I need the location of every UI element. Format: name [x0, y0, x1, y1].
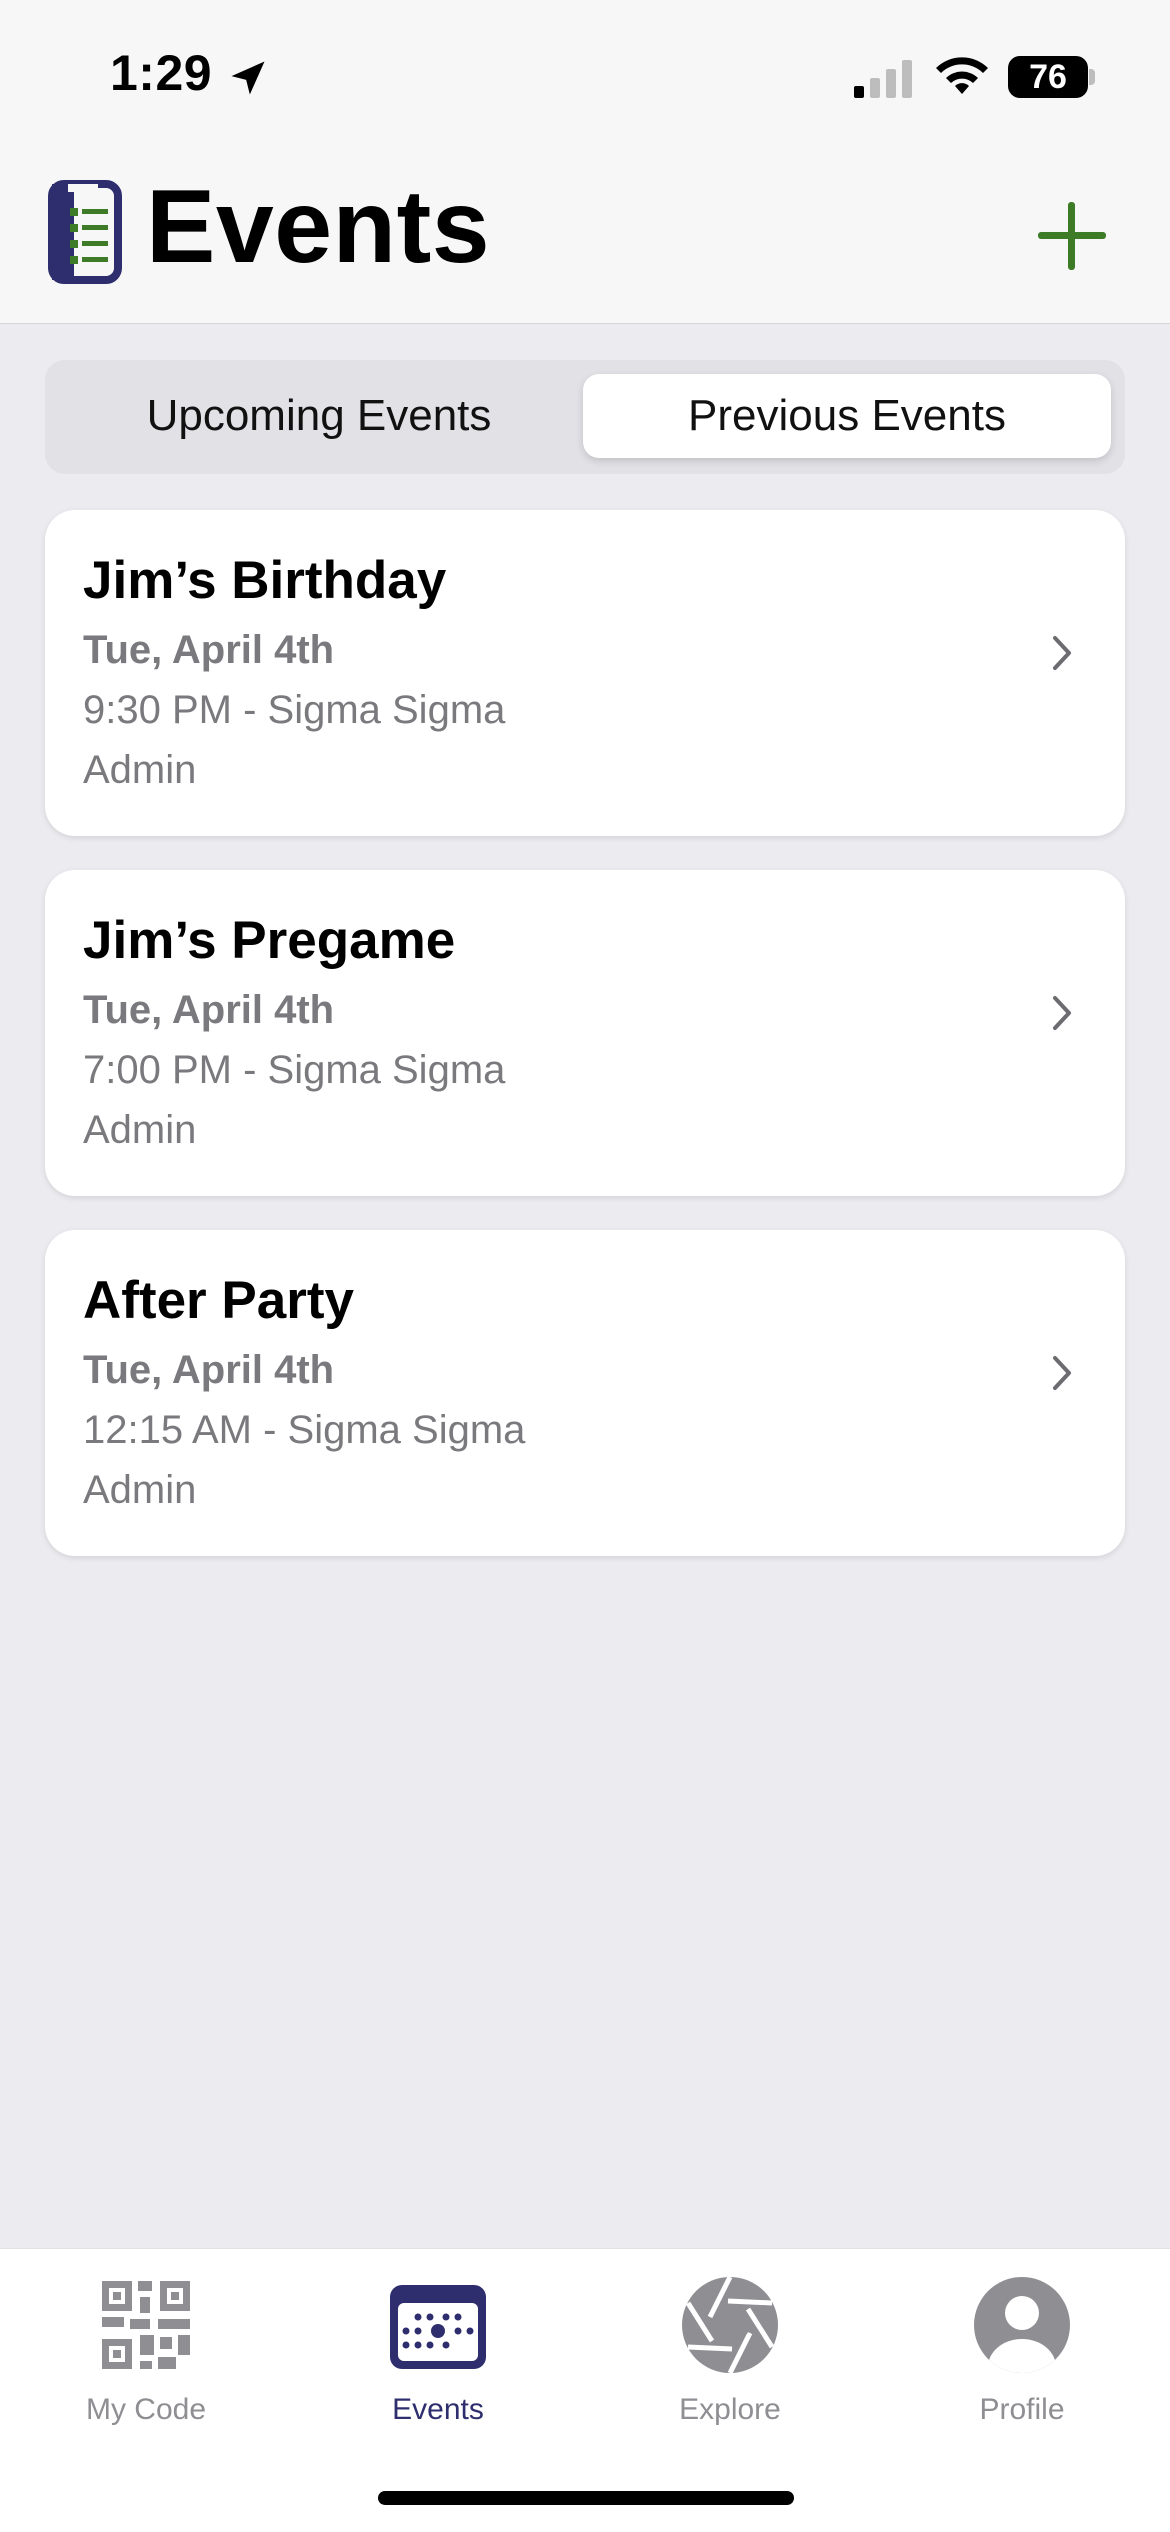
person-circle-icon — [974, 2277, 1070, 2373]
cellular-signal-icon — [854, 60, 912, 98]
event-card[interactable]: After Party Tue, April 4th 12:15 AM - Si… — [45, 1230, 1125, 1556]
status-bar: 1:29 76 — [0, 0, 1170, 160]
upcoming-events-tab[interactable]: Upcoming Events — [59, 374, 579, 458]
event-title: After Party — [83, 1271, 354, 1330]
location-arrow-icon — [231, 61, 265, 95]
event-time-location: 9:30 PM - Sigma Sigma — [83, 688, 506, 732]
page-title: Events — [146, 169, 491, 285]
event-time-location: 12:15 AM - Sigma Sigma — [83, 1408, 526, 1452]
tab-explore[interactable]: Explore — [630, 2261, 830, 2461]
event-title: Jim’s Pregame — [83, 911, 456, 970]
qr-code-icon — [102, 2281, 190, 2369]
tab-my-code[interactable]: My Code — [46, 2261, 246, 2461]
battery-level: 76 — [1029, 58, 1067, 96]
event-host: Admin — [83, 1468, 197, 1512]
tab-events-label: Events — [392, 2393, 484, 2426]
chevron-right-icon — [1053, 996, 1071, 1030]
wifi-icon — [936, 57, 988, 94]
status-time: 1:29 — [110, 45, 213, 101]
event-date: Tue, April 4th — [83, 1348, 335, 1392]
event-date: Tue, April 4th — [83, 988, 335, 1032]
previous-events-tab[interactable]: Previous Events — [583, 374, 1111, 458]
tab-profile[interactable]: Profile — [922, 2261, 1122, 2461]
chevron-right-icon — [1053, 636, 1071, 670]
nav-header: Events — [0, 160, 1170, 324]
tab-my-code-label: My Code — [85, 2393, 207, 2426]
event-card[interactable]: Jim’s Birthday Tue, April 4th 9:30 PM - … — [45, 510, 1125, 836]
event-card[interactable]: Jim’s Pregame Tue, April 4th 7:00 PM - S… — [45, 870, 1125, 1196]
home-indicator — [378, 2491, 794, 2505]
event-date: Tue, April 4th — [83, 628, 335, 672]
tab-profile-label: Profile — [979, 2393, 1065, 2426]
events-segmented-control: Upcoming Events Previous Events — [45, 360, 1125, 474]
tab-events[interactable]: Events — [338, 2261, 538, 2461]
tab-explore-label: Explore — [679, 2393, 781, 2426]
aperture-icon — [682, 2275, 778, 2375]
calendar-icon — [390, 2285, 486, 2369]
event-host: Admin — [83, 1108, 197, 1152]
event-time-location: 7:00 PM - Sigma Sigma — [83, 1048, 506, 1092]
chevron-right-icon — [1053, 1356, 1071, 1390]
battery-cap — [1089, 69, 1095, 85]
event-host: Admin — [83, 748, 197, 792]
tab-bar: My Code Events Explore Profile — [0, 2248, 1170, 2532]
event-title: Jim’s Birthday — [83, 551, 447, 610]
plus-icon[interactable] — [1032, 196, 1112, 276]
list-document-icon — [48, 180, 122, 284]
events-screen: 1:29 76 Events Upcoming Events Previous … — [0, 0, 1170, 2532]
